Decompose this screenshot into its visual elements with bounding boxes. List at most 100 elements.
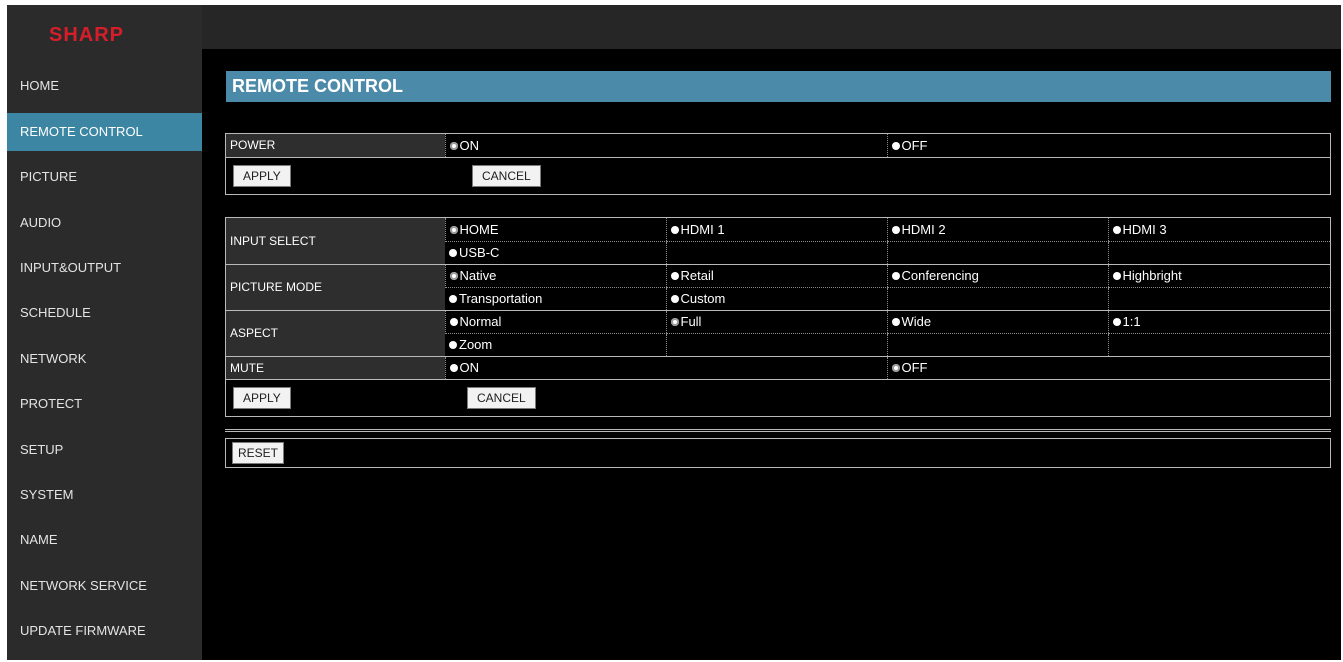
aspect-zoom-option[interactable]: Zoom: [449, 337, 492, 352]
aspect-full-option[interactable]: Full: [670, 314, 702, 330]
radio-checked-icon[interactable]: [449, 225, 458, 234]
power-row: POWER ON OFF: [226, 134, 1330, 158]
settings-table: INPUT SELECT HOME HDMI 1 HDMI 2 HDMI 3 U…: [226, 218, 1330, 380]
option-label: OFF: [901, 360, 928, 376]
aspect-row-1: ASPECT Normal Full Wide 1:1: [226, 310, 1330, 357]
aspect-1to1-option[interactable]: 1:1: [1112, 314, 1141, 330]
sidebar-item-update-firmware[interactable]: UPDATE FIRMWARE: [7, 612, 202, 650]
picture-retail-option[interactable]: Retail: [670, 268, 714, 284]
mute-row: MUTE ON OFF: [226, 356, 1330, 380]
option-label: Native: [459, 268, 497, 284]
radio-checked-icon[interactable]: [670, 317, 679, 326]
picture-custom-option[interactable]: Custom: [670, 291, 726, 307]
input-home-option[interactable]: HOME: [449, 222, 499, 237]
picture-highbright-option[interactable]: Highbright: [1112, 268, 1182, 284]
aspect-normal-option[interactable]: Normal: [449, 314, 502, 330]
settings-panel: INPUT SELECT HOME HDMI 1 HDMI 2 HDMI 3 U…: [225, 217, 1331, 417]
radio-icon[interactable]: [449, 340, 457, 349]
option-label: HOME: [459, 222, 499, 237]
reset-panel: RESET: [225, 438, 1331, 468]
mute-off-option[interactable]: OFF: [891, 360, 928, 376]
sidebar-item-network-service[interactable]: NETWORK SERVICE: [7, 567, 202, 605]
option-label: Custom: [680, 291, 726, 307]
radio-icon[interactable]: [1112, 225, 1121, 234]
reset-button[interactable]: RESET: [232, 442, 285, 464]
section-divider: [225, 429, 1331, 432]
picture-conferencing-option[interactable]: Conferencing: [891, 268, 979, 284]
radio-icon[interactable]: [891, 225, 900, 234]
page-title: REMOTE CONTROL: [226, 71, 1331, 102]
mute-on-option[interactable]: ON: [449, 360, 480, 376]
option-label: Wide: [901, 314, 932, 330]
picture-mode-row-1: PICTURE MODE Native Retail Conferencing …: [226, 264, 1330, 311]
radio-checked-icon[interactable]: [449, 271, 458, 280]
power-off-option[interactable]: OFF: [891, 138, 928, 153]
settings-apply-button[interactable]: APPLY: [233, 386, 291, 409]
option-label: ON: [459, 360, 480, 376]
input-usbc-option[interactable]: USB-C: [449, 245, 499, 260]
power-cancel-button[interactable]: CANCEL: [472, 164, 541, 187]
option-label: HDMI 3: [1122, 222, 1167, 237]
option-label: Conferencing: [901, 268, 979, 284]
option-label: Full: [680, 314, 702, 330]
sidebar-item-name[interactable]: NAME: [7, 521, 202, 559]
picture-transportation-option[interactable]: Transportation: [449, 291, 542, 306]
sidebar-item-setup[interactable]: SETUP: [7, 431, 202, 469]
option-label: USB-C: [459, 245, 500, 261]
settings-button-row: APPLY CANCEL: [226, 380, 1330, 416]
aspect-wide-option[interactable]: Wide: [891, 314, 932, 330]
power-on-option[interactable]: ON: [449, 138, 480, 153]
sidebar-item-schedule[interactable]: SCHEDULE: [7, 294, 202, 332]
input-hdmi3-option[interactable]: HDMI 3: [1112, 222, 1167, 237]
power-apply-button[interactable]: APPLY: [233, 164, 291, 187]
sidebar-item-home[interactable]: HOME: [7, 67, 202, 105]
radio-checked-icon[interactable]: [449, 141, 458, 150]
power-table: POWER ON OFF: [226, 134, 1330, 158]
radio-icon[interactable]: [670, 225, 679, 234]
option-label: Zoom: [459, 337, 493, 353]
option-label: Retail: [680, 268, 714, 284]
radio-icon[interactable]: [891, 271, 900, 280]
sidebar-item-network[interactable]: NETWORK: [7, 340, 202, 378]
sidebar-item-input-output[interactable]: INPUT&OUTPUT: [7, 249, 202, 287]
radio-icon[interactable]: [449, 317, 458, 326]
option-label: Highbright: [1122, 268, 1182, 284]
option-label: 1:1: [1122, 314, 1141, 330]
input-select-label: INPUT SELECT: [226, 218, 445, 265]
radio-icon[interactable]: [670, 294, 679, 303]
power-panel: POWER ON OFF APPLY CANCEL: [225, 133, 1331, 195]
top-bar: [202, 5, 1341, 49]
input-hdmi1-option[interactable]: HDMI 1: [670, 222, 725, 237]
power-label: POWER: [226, 134, 445, 158]
radio-icon[interactable]: [449, 294, 457, 303]
radio-icon[interactable]: [891, 317, 900, 326]
option-label: Transportation: [459, 291, 543, 307]
settings-cancel-button[interactable]: CANCEL: [467, 386, 536, 409]
aspect-label: ASPECT: [226, 310, 445, 357]
radio-checked-icon[interactable]: [891, 363, 900, 372]
sidebar-item-system[interactable]: SYSTEM: [7, 476, 202, 514]
radio-icon[interactable]: [449, 363, 458, 372]
input-select-row-1: INPUT SELECT HOME HDMI 1 HDMI 2 HDMI 3: [226, 218, 1330, 265]
sidebar-item-audio[interactable]: AUDIO: [7, 204, 202, 242]
sharp-logo: SHARP: [49, 24, 125, 46]
radio-icon[interactable]: [1112, 317, 1121, 326]
radio-icon[interactable]: [449, 248, 457, 257]
option-label: OFF: [901, 138, 928, 153]
power-button-row: APPLY CANCEL: [226, 158, 1330, 194]
option-label: HDMI 2: [901, 222, 946, 237]
radio-icon[interactable]: [670, 271, 679, 280]
option-label: Normal: [459, 314, 502, 330]
radio-icon[interactable]: [891, 141, 900, 150]
option-label: HDMI 1: [680, 222, 725, 237]
picture-mode-label: PICTURE MODE: [226, 264, 445, 311]
radio-icon[interactable]: [1112, 271, 1121, 280]
picture-native-option[interactable]: Native: [449, 268, 497, 284]
sidebar-item-remote-control[interactable]: REMOTE CONTROL: [7, 113, 202, 151]
sidebar-item-protect[interactable]: PROTECT: [7, 385, 202, 423]
main-content: REMOTE CONTROL POWER ON OFF APPLY CANCEL…: [202, 49, 1341, 660]
input-hdmi2-option[interactable]: HDMI 2: [891, 222, 946, 237]
sidebar-item-picture[interactable]: PICTURE: [7, 158, 202, 196]
option-label: ON: [459, 138, 480, 153]
mute-label: MUTE: [226, 356, 445, 380]
